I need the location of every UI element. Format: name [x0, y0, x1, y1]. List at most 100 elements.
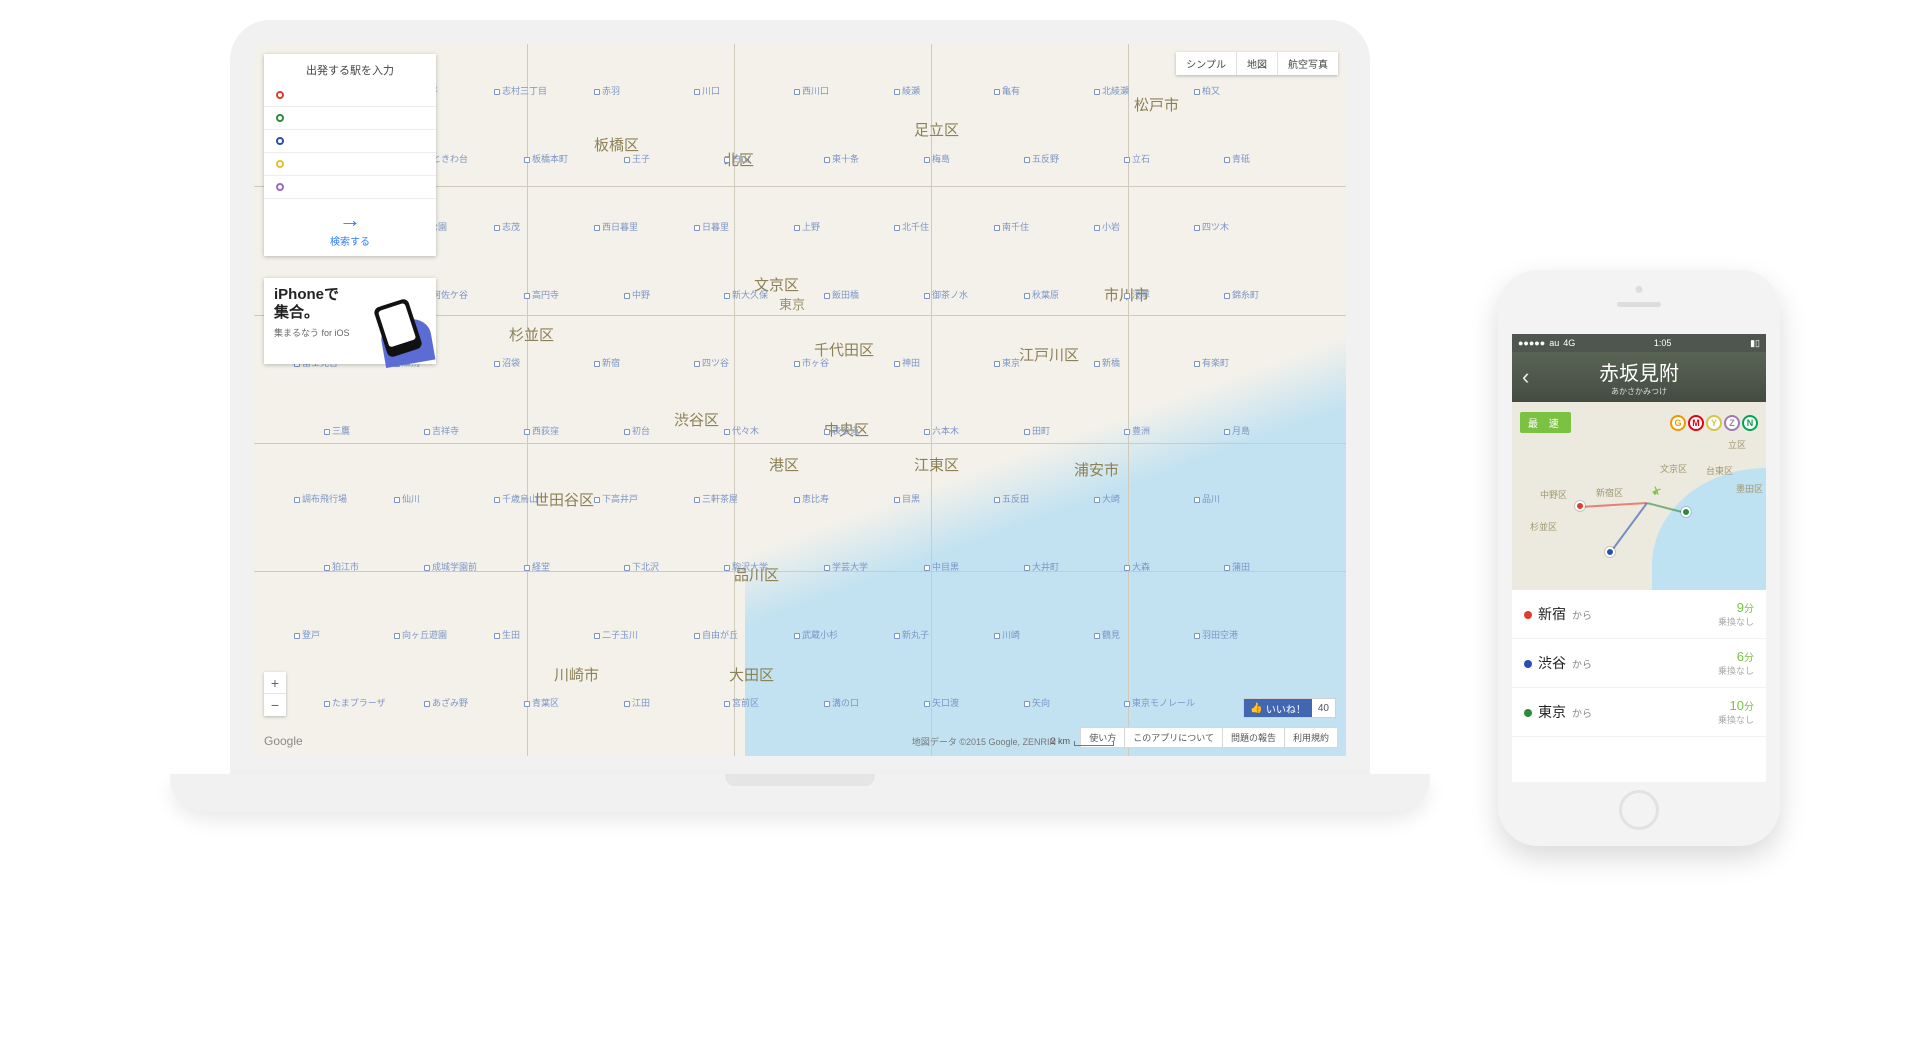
map-station-label: 志村三丁目 — [494, 84, 547, 97]
map-station-label: 青砥 — [1224, 152, 1250, 165]
carrier-label: au — [1549, 338, 1559, 348]
map-station-label: 市ヶ谷 — [794, 356, 829, 369]
map-station-label: 日暮里 — [694, 220, 729, 233]
zoom-in-button[interactable]: + — [264, 672, 286, 694]
map-station-label: 西日暮里 — [594, 220, 638, 233]
laptop-screen: 板橋区足立区松戸市北区文京区東京杉並区千代田区江戸川区渋谷区中央区港区江東区世田… — [230, 20, 1370, 780]
map-station-label: 四ツ木 — [1194, 220, 1229, 233]
map-type-option[interactable]: 地図 — [1236, 52, 1277, 75]
footer-links: 使い方このアプリについて問題の報告利用規約 — [1080, 727, 1338, 748]
map-station-label: 五反田 — [994, 492, 1029, 505]
map-station-label: 向ヶ丘遊園 — [394, 628, 447, 641]
map-district-label: 浦安市 — [1074, 459, 1119, 480]
map-station-label: 品川 — [1194, 492, 1220, 505]
map-station-label: 武蔵小杉 — [794, 628, 838, 641]
phone-map-label: 台東区 — [1706, 464, 1733, 477]
result-title: 赤坂見附 — [1599, 357, 1679, 386]
scale-label: 2 km — [1050, 736, 1070, 746]
map-station-label: 川口 — [694, 84, 720, 97]
map-station-label: 月島 — [1224, 424, 1250, 437]
map-station-label: 大森 — [1124, 560, 1150, 573]
map-station-label: 白山 — [724, 152, 750, 165]
station-input-row[interactable] — [264, 107, 436, 130]
map-station-label: 新宿 — [594, 356, 620, 369]
map-district-label: 江戸川区 — [1019, 344, 1079, 365]
map-station-label: 成城学園前 — [424, 560, 477, 573]
promo-panel[interactable]: iPhoneで 集合。 集まるなう for iOS — [264, 278, 436, 364]
search-button[interactable]: → 検索する — [264, 199, 436, 256]
map-canvas[interactable]: 板橋区足立区松戸市北区文京区東京杉並区千代田区江戸川区渋谷区中央区港区江東区世田… — [254, 44, 1346, 756]
station-input-row[interactable] — [264, 176, 436, 199]
map-station-label: 西川口 — [794, 84, 829, 97]
station-dot-icon — [276, 91, 284, 99]
map-station-label: 高円寺 — [524, 288, 559, 301]
map-station-label: 大崎 — [1094, 492, 1120, 505]
station-dot-icon — [276, 137, 284, 145]
row-from: から — [1572, 656, 1592, 671]
map-type-option[interactable]: 航空写真 — [1277, 52, 1338, 75]
result-row[interactable]: 新宿 から 9分 乗換なし — [1512, 590, 1766, 639]
map-station-label: 南千住 — [994, 220, 1029, 233]
row-time: 6分 — [1718, 649, 1754, 664]
home-button[interactable] — [1619, 790, 1659, 830]
map-station-label: 生田 — [494, 628, 520, 641]
row-station: 新宿 — [1538, 604, 1566, 624]
station-input-row[interactable] — [264, 84, 436, 107]
map-station-label: 王子 — [624, 152, 650, 165]
map-station-label: 立石 — [1124, 152, 1150, 165]
promo-title-2: 集合。 — [274, 304, 319, 321]
laptop-notch — [725, 774, 875, 786]
map-station-label: 有楽町 — [1194, 356, 1229, 369]
map-station-label: 新橋 — [1094, 356, 1120, 369]
map-station-label: 沼袋 — [494, 356, 520, 369]
zoom-control: + − — [264, 672, 286, 716]
result-row[interactable]: 東京 から 10分 乗換なし — [1512, 688, 1766, 737]
origin-point-icon — [1575, 501, 1585, 511]
status-bar: ●●●●● au 4G 1:05 ▮▯ — [1512, 334, 1766, 352]
map-station-label: 東十条 — [824, 152, 859, 165]
origin-point-icon — [1681, 507, 1691, 517]
map-station-label: 新大久保 — [724, 288, 768, 301]
station-input-row[interactable] — [264, 153, 436, 176]
route-line — [1609, 502, 1648, 553]
map-water — [745, 329, 1346, 756]
result-row[interactable]: 渋谷 から 6分 乗換なし — [1512, 639, 1766, 688]
laptop-mockup: 板橋区足立区松戸市北区文京区東京杉並区千代田区江戸川区渋谷区中央区港区江東区世田… — [170, 20, 1430, 900]
map-station-label: 新丸子 — [894, 628, 929, 641]
map-district-label: 港区 — [769, 454, 799, 475]
map-station-label: 川崎 — [994, 628, 1020, 641]
map-scale: 2 km — [1050, 736, 1114, 746]
map-district-label: 杉並区 — [509, 324, 554, 345]
map-station-label: 飯田橋 — [824, 288, 859, 301]
battery-icon: ▮▯ — [1750, 338, 1760, 349]
origin-point-icon — [1605, 547, 1615, 557]
map-station-label: 上野 — [794, 220, 820, 233]
map-station-label: 表参道 — [824, 424, 859, 437]
map-station-label: 青葉区 — [524, 696, 559, 709]
map-station-label: 三鷹 — [324, 424, 350, 437]
back-button[interactable]: ‹ — [1522, 364, 1529, 390]
station-input-row[interactable] — [264, 130, 436, 153]
footer-link[interactable]: このアプリについて — [1125, 727, 1223, 748]
footer-link[interactable]: 問題の報告 — [1223, 727, 1285, 748]
map-type-option[interactable]: シンプル — [1176, 52, 1236, 75]
map-station-label: 下高井戸 — [594, 492, 638, 505]
line-chip-icon: Z — [1724, 415, 1740, 431]
map-station-label: 三軒茶屋 — [694, 492, 738, 505]
arrow-right-icon: → — [264, 209, 436, 231]
facebook-like-widget[interactable]: 👍いいね！ 40 — [1243, 698, 1336, 718]
map-station-label: 目黒 — [894, 492, 920, 505]
row-dot-icon — [1524, 709, 1532, 717]
map-station-label: 仙川 — [394, 492, 420, 505]
map-station-label: 溝の口 — [824, 696, 859, 709]
map-station-label: 恵比寿 — [794, 492, 829, 505]
line-chip-icon: G — [1670, 415, 1686, 431]
footer-link[interactable]: 利用規約 — [1285, 727, 1338, 748]
zoom-out-button[interactable]: − — [264, 694, 286, 716]
map-station-label: 六本木 — [924, 424, 959, 437]
scale-bar-icon — [1074, 741, 1114, 746]
row-transfer: 乗換なし — [1718, 664, 1754, 677]
map-station-label: 代々木 — [724, 424, 759, 437]
map-station-label: 板橋本町 — [524, 152, 568, 165]
result-subtitle: あかさかみつけ — [1611, 386, 1667, 397]
